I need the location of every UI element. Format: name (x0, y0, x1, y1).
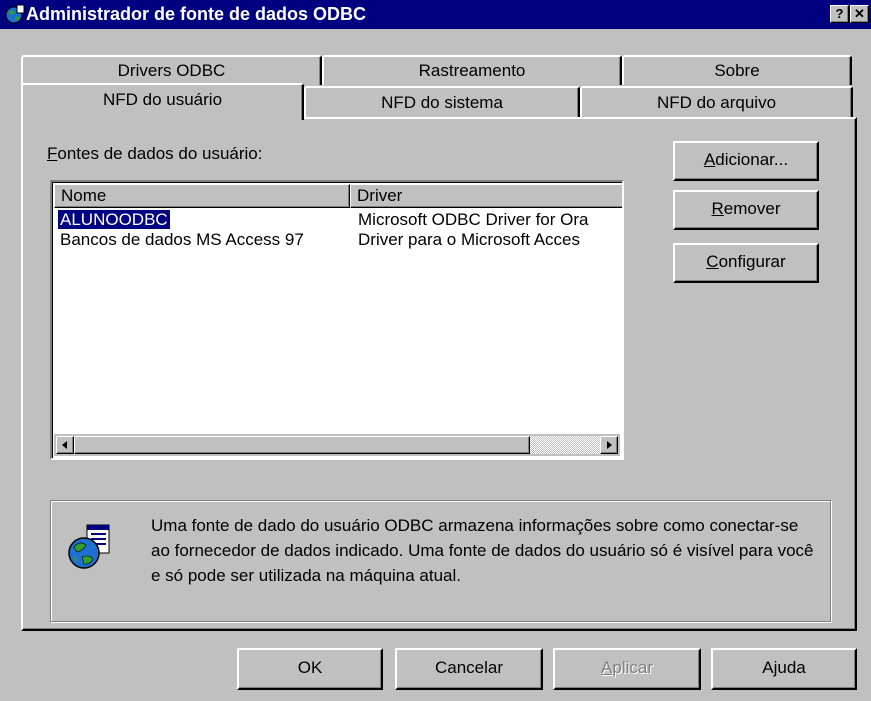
list-label-text: ontes de dados do usuário: (57, 144, 263, 163)
arrow-right-icon (607, 441, 612, 449)
column-header-nome[interactable]: Nome (54, 184, 350, 208)
row-driver-cell: Microsoft ODBC Driver for Ora (358, 210, 622, 230)
tab-label: Sobre (714, 61, 760, 80)
globe-document-icon (67, 523, 111, 571)
row-name: ALUNOODBC (58, 210, 170, 229)
btn-hotkey: C (706, 252, 719, 271)
scroll-right-button[interactable] (600, 436, 618, 454)
arrow-left-icon (62, 441, 67, 449)
window-title: Administrador de fonte de dados ODBC (26, 4, 367, 24)
btn-hotkey: A (601, 658, 613, 677)
list-row[interactable]: ALUNOODBC Microsoft ODBC Driver for Ora (54, 210, 622, 230)
btn-hotkey: A (703, 150, 716, 169)
column-header-label: Nome (61, 186, 107, 205)
odbc-globe-icon (5, 4, 25, 24)
tab-nfd-usuario[interactable]: NFD do usuário (21, 83, 304, 120)
tab-label: NFD do arquivo (656, 93, 777, 112)
btn-post: emover (723, 199, 781, 218)
cancel-button[interactable]: Cancelar (395, 648, 543, 690)
row-name-cell: ALUNOODBC (58, 210, 348, 230)
info-text: Uma fonte de dado do usuário ODBC armaze… (151, 516, 814, 585)
column-header-label: Driver (357, 186, 403, 205)
apply-button[interactable]: Aplicar (553, 648, 701, 690)
tab-nfd-sistema[interactable]: NFD do sistema (304, 86, 580, 117)
horizontal-scrollbar[interactable] (54, 434, 620, 456)
configure-button[interactable]: Configurar (673, 243, 819, 283)
btn-post: onfigurar (718, 252, 786, 271)
tab-rastreamento[interactable]: Rastreamento (322, 55, 622, 85)
tab-drivers-odbc[interactable]: Drivers ODBC (21, 55, 322, 85)
btn-label: Ajuda (762, 658, 806, 677)
scroll-thumb[interactable] (74, 436, 530, 454)
title-bar[interactable]: Administrador de fonte de dados ODBC ? ✕ (0, 0, 871, 29)
help-button[interactable]: Ajuda (711, 648, 857, 690)
btn-label: Cancelar (434, 658, 504, 677)
row-driver: Driver para o Microsoft Acces (358, 230, 581, 249)
tab-label: NFD do sistema (381, 93, 503, 112)
info-box: Uma fonte de dado do usuário ODBC armaze… (50, 500, 831, 622)
tab-nfd-arquivo[interactable]: NFD do arquivo (580, 86, 853, 117)
close-icon: ✕ (854, 6, 865, 21)
tab-sobre[interactable]: Sobre (622, 55, 852, 85)
btn-post: dicionar... (715, 150, 789, 169)
ok-button[interactable]: OK (237, 648, 383, 690)
tab-label: Drivers ODBC (117, 61, 226, 80)
user-data-sources-list[interactable]: Nome Driver ALUNOODBC Microsoft ODBC Dri… (50, 180, 624, 460)
row-name-cell: Bancos de dados MS Access 97 (60, 230, 350, 250)
column-header-driver[interactable]: Driver (350, 184, 622, 208)
row-driver: Microsoft ODBC Driver for Ora (358, 210, 589, 229)
btn-hotkey: R (711, 199, 724, 218)
tab-label: NFD do usuário (102, 90, 223, 109)
btn-label: OK (297, 658, 323, 677)
list-label: Fontes de dados do usuário: (47, 143, 263, 165)
tab-label: Rastreamento (418, 61, 526, 80)
btn-label: plicar (612, 658, 653, 677)
add-button[interactable]: Adicionar... (673, 141, 819, 181)
list-label-hotkey: F (47, 144, 58, 163)
close-title-button[interactable]: ✕ (850, 5, 869, 23)
row-name: Bancos de dados MS Access 97 (60, 230, 304, 249)
help-title-button[interactable]: ? (830, 5, 849, 23)
scroll-left-button[interactable] (56, 436, 74, 454)
remove-button[interactable]: Remover (673, 190, 819, 230)
list-row[interactable]: Bancos de dados MS Access 97 Driver para… (54, 230, 622, 250)
row-driver-cell: Driver para o Microsoft Acces (358, 230, 622, 250)
